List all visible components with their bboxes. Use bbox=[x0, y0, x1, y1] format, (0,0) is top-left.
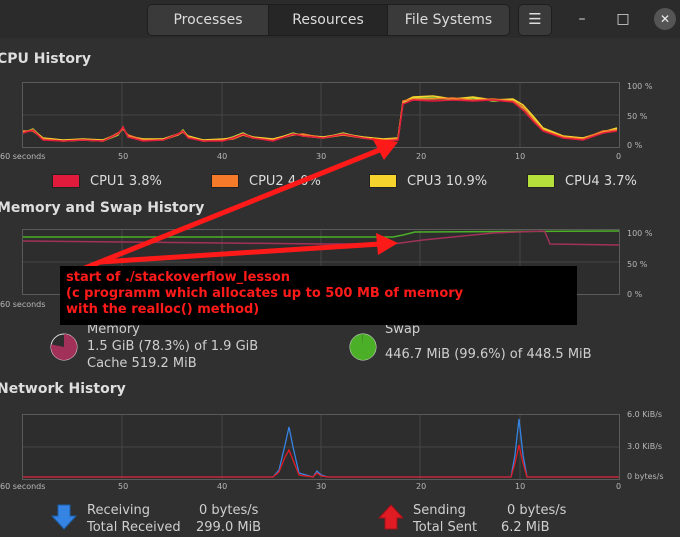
memory-section-title: Memory and Swap History bbox=[0, 200, 205, 216]
total-sent-value: 6.2 MiB bbox=[501, 520, 550, 535]
cpu-y-tick-0: 0 % bbox=[627, 141, 643, 150]
cpu2-swatch[interactable] bbox=[211, 174, 239, 188]
network-x-tick-30: 30 bbox=[316, 482, 327, 491]
close-button[interactable]: ✕ bbox=[654, 8, 676, 30]
menu-button[interactable]: ☰ bbox=[518, 4, 552, 36]
cpu-x-tick-20: 20 bbox=[416, 152, 427, 161]
cpu2-series-line bbox=[23, 97, 618, 142]
view-switcher: Processes Resources File Systems bbox=[147, 4, 510, 36]
network-y-tick-0: 0 bytes/s bbox=[627, 472, 664, 481]
receiving-label: Receiving bbox=[87, 503, 151, 518]
memory-y-tick-100: 100 % bbox=[627, 229, 653, 238]
cpu-y-tick-100: 100 % bbox=[627, 82, 653, 91]
memory-cache-text: Cache 519.2 MiB bbox=[87, 356, 197, 371]
sending-label: Sending bbox=[413, 503, 466, 518]
upload-arrow-icon[interactable] bbox=[377, 503, 405, 531]
cpu3-legend[interactable]: CPU3 10.9% bbox=[369, 172, 487, 190]
cpu3-swatch[interactable] bbox=[369, 174, 397, 188]
tab-file-systems[interactable]: File Systems bbox=[388, 5, 509, 35]
download-arrow-icon[interactable] bbox=[50, 503, 78, 531]
cpu-x-tick-50: 50 bbox=[118, 152, 129, 161]
tab-processes[interactable]: Processes bbox=[148, 5, 269, 35]
network-x-tick-60: 60 seconds bbox=[0, 482, 46, 491]
cpu4-value: 3.7% bbox=[603, 173, 637, 189]
memory-y-tick-0: 0 % bbox=[627, 290, 643, 299]
sending-value: 0 bytes/s bbox=[507, 503, 567, 518]
network-x-tick-40: 40 bbox=[217, 482, 228, 491]
cpu-x-tick-40: 40 bbox=[217, 152, 228, 161]
memory-usage-text: 1.5 GiB (78.3%) of 1.9 GiB bbox=[87, 339, 259, 354]
cpu4-series-line bbox=[23, 97, 618, 142]
cpu3-series-line bbox=[23, 95, 618, 141]
header-bar: Processes Resources File Systems ☰ – □ ✕ bbox=[0, 0, 680, 38]
cpu-history-graph bbox=[22, 82, 620, 148]
cpu2-legend[interactable]: CPU2 4.0% bbox=[211, 172, 321, 190]
network-section-title: Network History bbox=[0, 381, 126, 397]
cpu3-value: 10.9% bbox=[445, 173, 488, 189]
cpu-x-tick-60: 60 seconds bbox=[0, 152, 46, 161]
network-x-tick-10: 10 bbox=[515, 482, 526, 491]
cpu1-swatch[interactable] bbox=[52, 174, 80, 188]
memory-pie-icon[interactable] bbox=[50, 333, 78, 361]
total-received-value: 299.0 MiB bbox=[196, 520, 262, 535]
swap-usage-text: 446.7 MiB (99.6%) of 448.5 MiB bbox=[385, 347, 592, 362]
cpu2-value: 4.0% bbox=[287, 173, 321, 189]
maximize-button[interactable]: □ bbox=[615, 11, 631, 27]
cpu1-legend[interactable]: CPU1 3.8% bbox=[52, 172, 162, 190]
cpu4-swatch[interactable] bbox=[527, 174, 555, 188]
cpu-x-tick-0: 0 bbox=[616, 152, 622, 161]
cpu4-label: CPU4 bbox=[565, 173, 600, 189]
total-sent-label: Total Sent bbox=[413, 520, 478, 535]
cpu2-label: CPU2 bbox=[249, 173, 284, 189]
cpu3-label: CPU3 bbox=[407, 173, 442, 189]
cpu1-value: 3.8% bbox=[128, 173, 162, 189]
receiving-value: 0 bytes/s bbox=[199, 503, 259, 518]
memory-y-tick-50: 50 % bbox=[627, 260, 648, 269]
cpu-section-title: CPU History bbox=[0, 51, 91, 67]
tab-resources[interactable]: Resources bbox=[269, 5, 388, 35]
network-y-tick-6: 6.0 KiB/s bbox=[627, 410, 663, 419]
network-history-graph bbox=[22, 414, 620, 480]
annotation-line-1: start of ./stackoverflow_lesson bbox=[66, 270, 291, 285]
annotation-line-3: with the realloc() method) bbox=[66, 302, 260, 317]
network-x-tick-0: 0 bbox=[616, 482, 622, 491]
cpu-x-tick-30: 30 bbox=[316, 152, 327, 161]
minimize-button[interactable]: – bbox=[574, 11, 590, 27]
network-y-tick-3: 3.0 KiB/s bbox=[627, 442, 663, 451]
cpu4-legend[interactable]: CPU4 3.7% bbox=[527, 172, 637, 190]
hamburger-menu-icon: ☰ bbox=[528, 10, 542, 28]
network-x-tick-50: 50 bbox=[118, 482, 129, 491]
cpu-y-tick-50: 50 % bbox=[627, 112, 648, 121]
memory-x-tick-60: 60 seconds bbox=[0, 300, 46, 309]
annotation-line-2: (c programm which allocates up to 500 MB… bbox=[66, 286, 464, 301]
cpu1-label: CPU1 bbox=[90, 173, 125, 189]
cpu-x-tick-10: 10 bbox=[515, 152, 526, 161]
swap-pie-icon[interactable] bbox=[349, 333, 377, 361]
total-received-label: Total Received bbox=[87, 520, 181, 535]
annotation-box: start of ./stackoverflow_lesson (c progr… bbox=[60, 266, 577, 325]
network-x-tick-20: 20 bbox=[416, 482, 427, 491]
cpu1-series-line bbox=[23, 99, 618, 142]
